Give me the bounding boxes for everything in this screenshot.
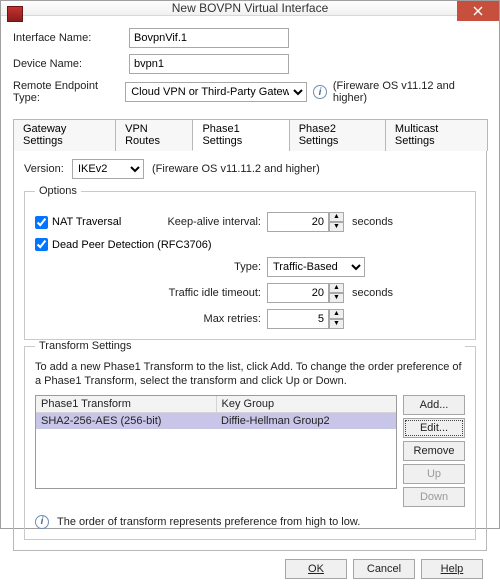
tabpage-phase1: Version: IKEv2 (Fireware OS v11.11.2 and… bbox=[13, 151, 487, 551]
dialog-content: Interface Name: Device Name: Remote Endp… bbox=[1, 16, 499, 587]
device-name-input[interactable] bbox=[129, 54, 289, 74]
titlebar: New BOVPN Virtual Interface bbox=[1, 1, 499, 16]
transform-help-text: To add a new Phase1 Transform to the lis… bbox=[35, 360, 465, 389]
edit-button[interactable]: Edit... bbox=[403, 418, 465, 438]
idle-spin-buttons: ▲ ▼ bbox=[329, 283, 344, 303]
retries-input[interactable] bbox=[267, 309, 329, 329]
keepalive-label: Keep-alive interval: bbox=[161, 216, 261, 228]
keepalive-unit: seconds bbox=[352, 216, 393, 228]
device-name-label: Device Name: bbox=[13, 58, 129, 70]
idle-input[interactable] bbox=[267, 283, 329, 303]
retries-label: Max retries: bbox=[35, 313, 261, 325]
row-device-name: Device Name: bbox=[13, 54, 487, 74]
ok-button[interactable]: OK bbox=[285, 559, 347, 579]
row-nat-traversal: NAT Traversal Keep-alive interval: ▲ ▼ s… bbox=[35, 212, 465, 232]
cancel-button[interactable]: Cancel bbox=[353, 559, 415, 579]
nat-traversal-label: NAT Traversal bbox=[52, 216, 121, 228]
row-retries: Max retries: ▲ ▼ bbox=[35, 309, 465, 329]
transform-button-column: Add... Edit... Remove Up Down bbox=[403, 395, 465, 507]
nat-traversal-checkbox-wrap: NAT Traversal bbox=[35, 216, 161, 229]
table-row[interactable]: SHA2-256-AES (256-bit) Diffie-Hellman Gr… bbox=[36, 413, 396, 429]
tab-gateway-settings[interactable]: Gateway Settings bbox=[13, 119, 116, 151]
transform-settings-group: Transform Settings To add a new Phase1 T… bbox=[24, 346, 476, 540]
options-group: Options NAT Traversal Keep-alive interva… bbox=[24, 191, 476, 340]
keepalive-up[interactable]: ▲ bbox=[329, 212, 344, 222]
retries-spinner: ▲ ▼ bbox=[267, 309, 344, 329]
down-button[interactable]: Down bbox=[403, 487, 465, 507]
row-interface-name: Interface Name: bbox=[13, 28, 487, 48]
tab-multicast-settings[interactable]: Multicast Settings bbox=[385, 119, 488, 151]
row-endpoint-type: Remote Endpoint Type: Cloud VPN or Third… bbox=[13, 80, 487, 104]
endpoint-type-label: Remote Endpoint Type: bbox=[13, 80, 125, 104]
up-button[interactable]: Up bbox=[403, 464, 465, 484]
tab-phase1-settings[interactable]: Phase1 Settings bbox=[192, 119, 289, 151]
cell-transform: SHA2-256-AES (256-bit) bbox=[36, 413, 216, 429]
footnote-text: The order of transform represents prefer… bbox=[57, 516, 360, 528]
tab-phase2-settings[interactable]: Phase2 Settings bbox=[289, 119, 386, 151]
nat-traversal-checkbox[interactable] bbox=[35, 216, 48, 229]
version-select[interactable]: IKEv2 bbox=[72, 159, 144, 179]
keepalive-down[interactable]: ▼ bbox=[329, 222, 344, 232]
info-icon[interactable]: i bbox=[313, 85, 327, 99]
row-version: Version: IKEv2 (Fireware OS v11.11.2 and… bbox=[24, 159, 476, 179]
close-button[interactable] bbox=[457, 1, 499, 21]
remove-button[interactable]: Remove bbox=[403, 441, 465, 461]
close-icon bbox=[473, 6, 483, 16]
dpd-type-select[interactable]: Traffic-Based bbox=[267, 257, 365, 277]
transform-footnote: i The order of transform represents pref… bbox=[35, 515, 465, 529]
options-legend: Options bbox=[35, 185, 81, 197]
version-hint: (Fireware OS v11.11.2 and higher) bbox=[152, 163, 320, 175]
idle-label: Traffic idle timeout: bbox=[35, 287, 261, 299]
transform-table-wrap: Phase1 Transform Key Group SHA2-256-AES … bbox=[35, 395, 465, 507]
keepalive-input[interactable] bbox=[267, 212, 329, 232]
endpoint-type-select[interactable]: Cloud VPN or Third-Party Gateway bbox=[125, 82, 307, 102]
idle-down[interactable]: ▼ bbox=[329, 293, 344, 303]
retries-spin-buttons: ▲ ▼ bbox=[329, 309, 344, 329]
dpd-checkbox-wrap: Dead Peer Detection (RFC3706) bbox=[35, 238, 212, 251]
col-key-group[interactable]: Key Group bbox=[217, 396, 397, 413]
transform-header-row: Phase1 Transform Key Group bbox=[36, 396, 396, 413]
endpoint-hint: (Fireware OS v11.12 and higher) bbox=[333, 80, 487, 104]
row-dpd: Dead Peer Detection (RFC3706) bbox=[35, 238, 465, 251]
help-button[interactable]: Help bbox=[421, 559, 483, 579]
col-phase1-transform[interactable]: Phase1 Transform bbox=[36, 396, 217, 413]
info-icon: i bbox=[35, 515, 49, 529]
keepalive-spinner: ▲ ▼ bbox=[267, 212, 344, 232]
dpd-type-label: Type: bbox=[35, 261, 261, 273]
idle-spinner: ▲ ▼ bbox=[267, 283, 344, 303]
dialog-footer: OK Cancel Help bbox=[13, 551, 487, 579]
dialog-window: New BOVPN Virtual Interface Interface Na… bbox=[0, 0, 500, 529]
add-button[interactable]: Add... bbox=[403, 395, 465, 415]
interface-name-label: Interface Name: bbox=[13, 32, 129, 44]
idle-up[interactable]: ▲ bbox=[329, 283, 344, 293]
row-dpd-type: Type: Traffic-Based bbox=[35, 257, 465, 277]
idle-unit: seconds bbox=[352, 287, 393, 299]
keepalive-spin-buttons: ▲ ▼ bbox=[329, 212, 344, 232]
retries-up[interactable]: ▲ bbox=[329, 309, 344, 319]
window-title: New BOVPN Virtual Interface bbox=[172, 1, 329, 15]
dpd-checkbox[interactable] bbox=[35, 238, 48, 251]
app-icon bbox=[7, 6, 23, 22]
transform-settings-legend: Transform Settings bbox=[35, 340, 465, 352]
transform-table[interactable]: Phase1 Transform Key Group SHA2-256-AES … bbox=[35, 395, 397, 489]
version-label: Version: bbox=[24, 163, 72, 175]
interface-name-input[interactable] bbox=[129, 28, 289, 48]
cell-keygroup: Diffie-Hellman Group2 bbox=[216, 413, 396, 429]
dpd-label: Dead Peer Detection (RFC3706) bbox=[52, 239, 212, 251]
row-idle: Traffic idle timeout: ▲ ▼ seconds bbox=[35, 283, 465, 303]
retries-down[interactable]: ▼ bbox=[329, 319, 344, 329]
tabstrip: Gateway Settings VPN Routes Phase1 Setti… bbox=[13, 118, 487, 151]
tab-vpn-routes[interactable]: VPN Routes bbox=[115, 119, 193, 151]
